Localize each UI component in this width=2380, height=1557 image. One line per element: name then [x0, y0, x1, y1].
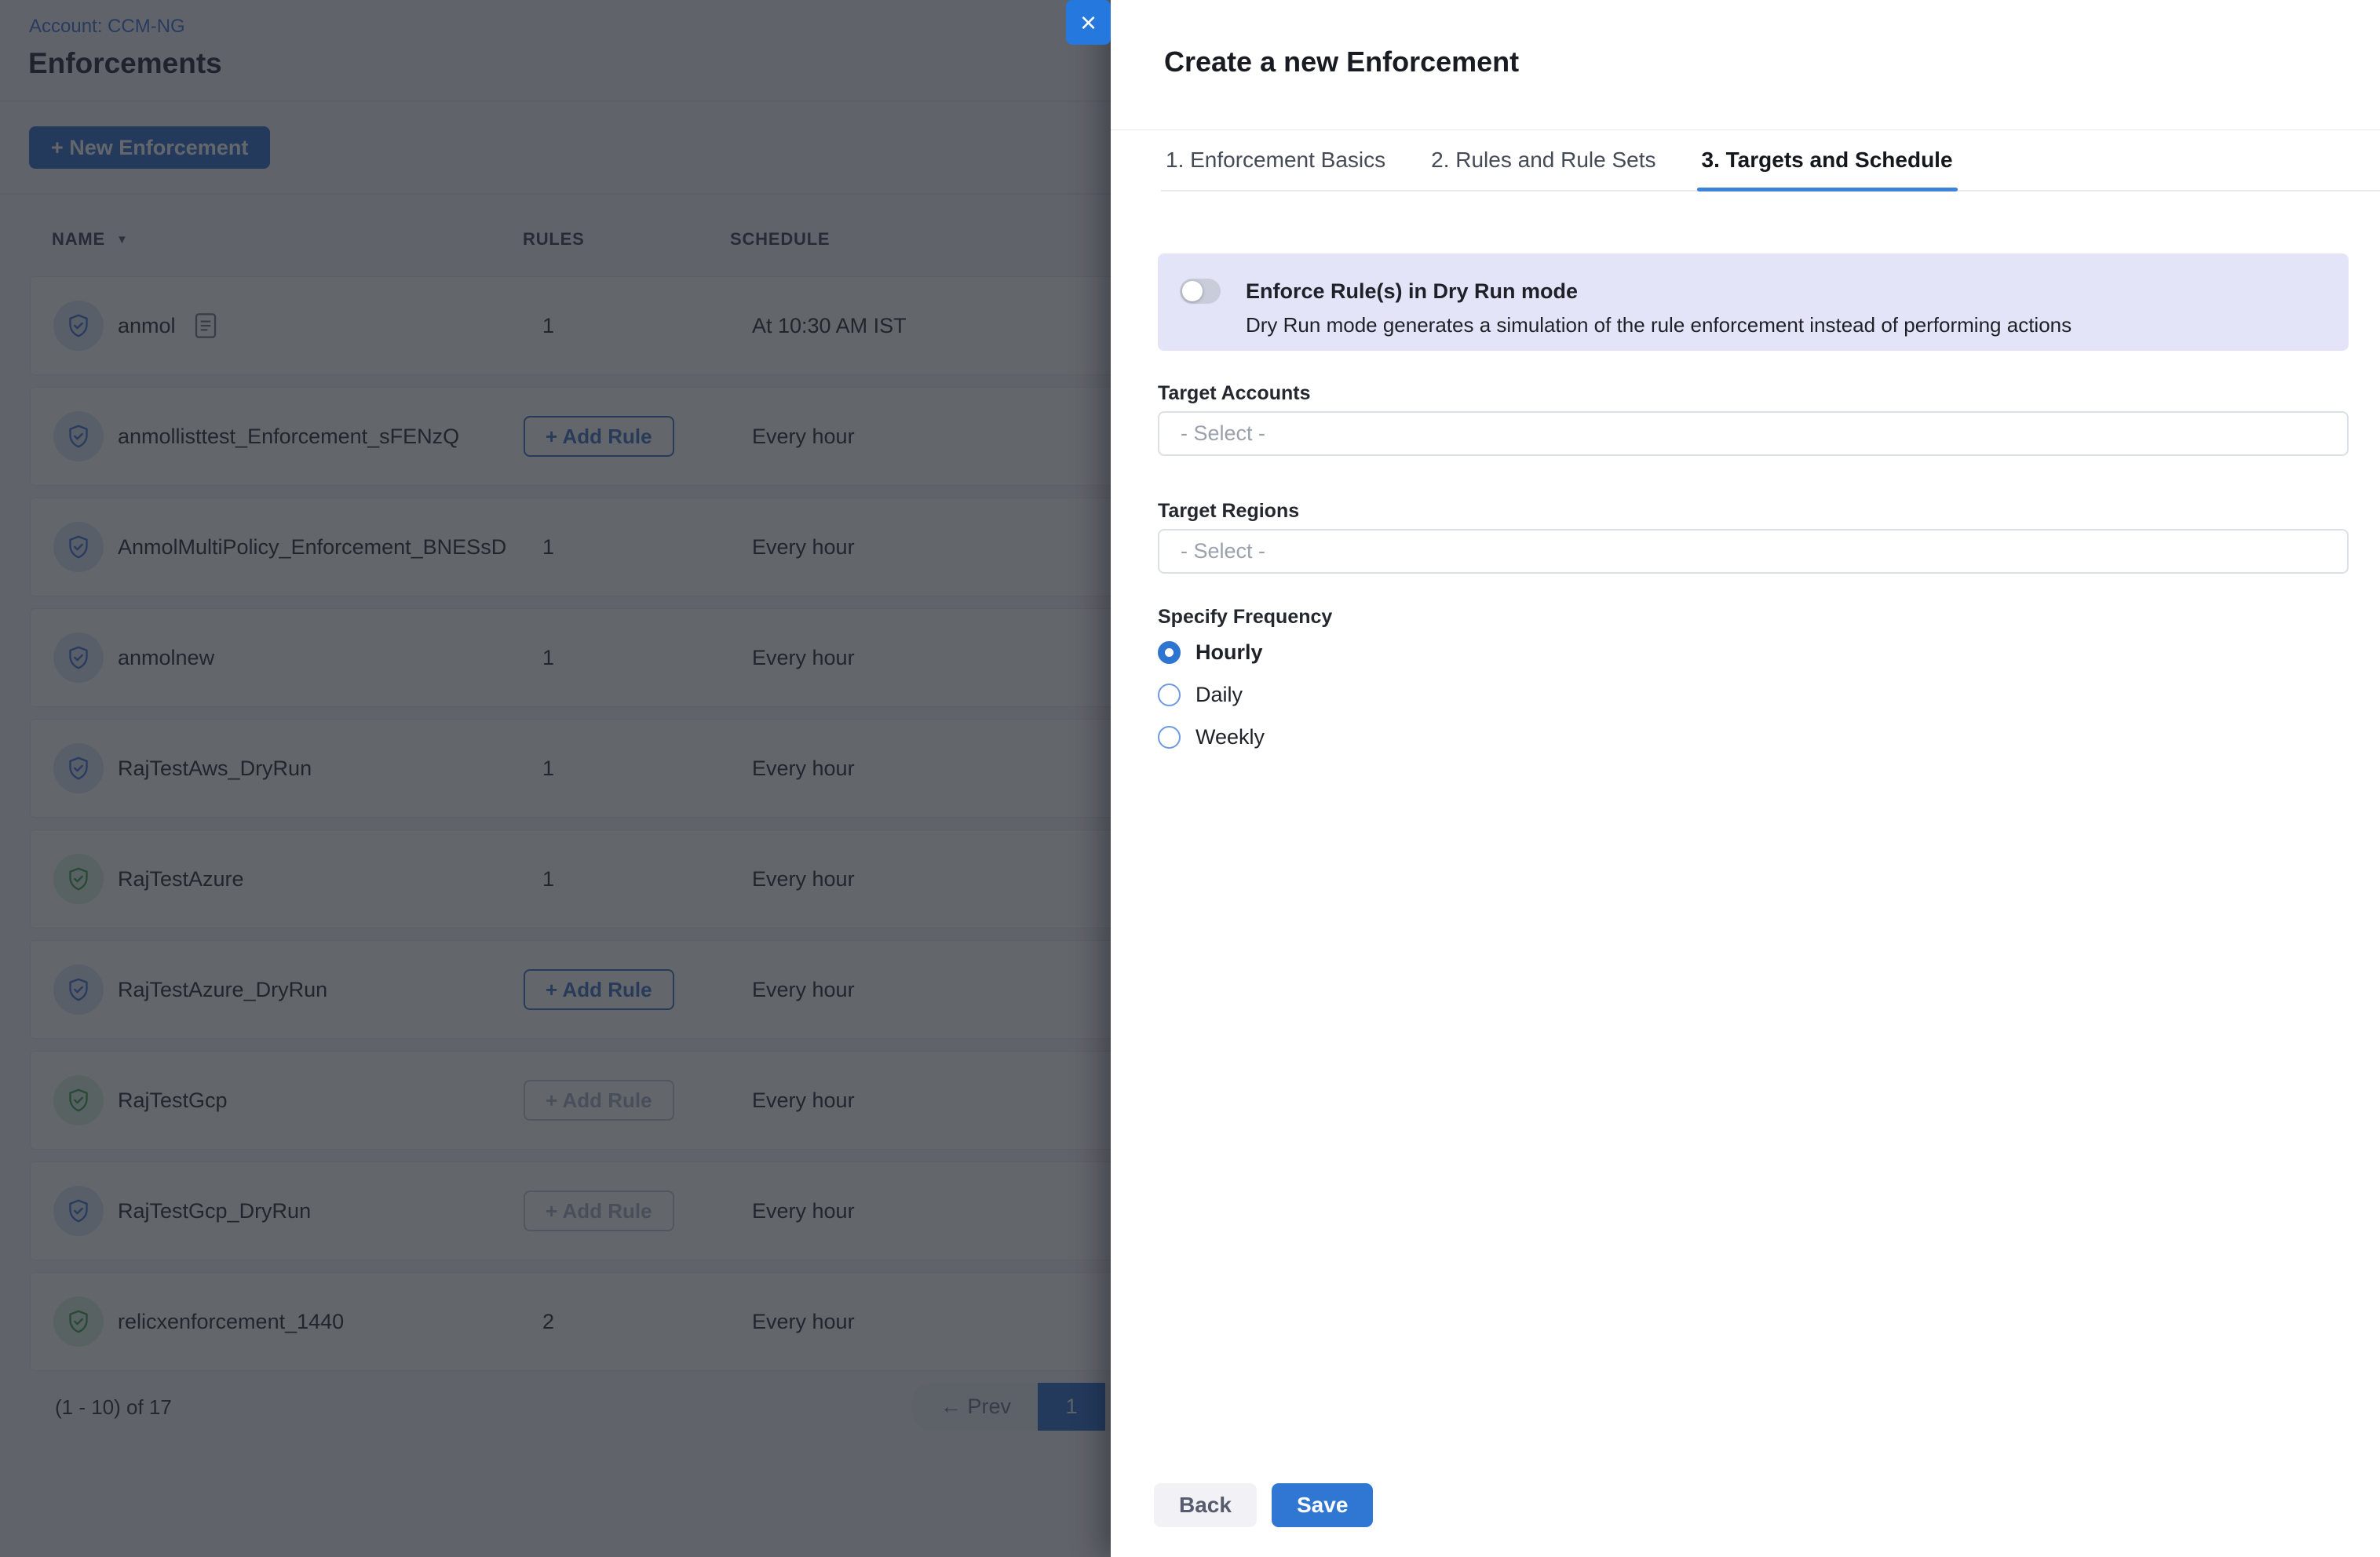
frequency-option-hourly[interactable]: Hourly	[1158, 638, 1263, 666]
target-regions-placeholder: - Select -	[1181, 539, 1265, 563]
close-icon[interactable]: ×	[1066, 0, 1111, 45]
radio-button[interactable]	[1158, 726, 1181, 749]
radio-button[interactable]	[1158, 684, 1181, 706]
radio-label: Weekly	[1195, 725, 1265, 749]
target-regions-select[interactable]: - Select -	[1158, 529, 2349, 574]
radio-label: Daily	[1195, 683, 1243, 707]
create-enforcement-drawer: Create a new Enforcement 1. Enforcement …	[1111, 0, 2380, 1557]
wizard-tabs: 1. Enforcement Basics 2. Rules and Rule S…	[1161, 130, 2380, 191]
target-accounts-select[interactable]: - Select -	[1158, 411, 2349, 456]
specify-frequency-label: Specify Frequency	[1158, 606, 1332, 629]
dry-run-toggle[interactable]	[1180, 279, 1221, 304]
dry-run-description: Dry Run mode generates a simulation of t…	[1246, 313, 2072, 337]
tab-targets-and-schedule[interactable]: 3. Targets and Schedule	[1697, 130, 1958, 190]
target-regions-label: Target Regions	[1158, 500, 1299, 523]
frequency-option-daily[interactable]: Daily	[1158, 680, 1243, 709]
back-button[interactable]: Back	[1154, 1483, 1257, 1527]
tab-enforcement-basics[interactable]: 1. Enforcement Basics	[1161, 130, 1390, 190]
target-accounts-label: Target Accounts	[1158, 382, 1310, 405]
tab-rules-and-rule-sets[interactable]: 2. Rules and Rule Sets	[1426, 130, 1660, 190]
radio-button-selected[interactable]	[1158, 641, 1181, 664]
drawer-title: Create a new Enforcement	[1164, 46, 1519, 78]
radio-label: Hourly	[1195, 640, 1263, 665]
dry-run-label: Enforce Rule(s) in Dry Run mode	[1246, 279, 1578, 304]
save-button[interactable]: Save	[1272, 1483, 1373, 1527]
app-root: Account: CCM-NG Enforcements + New Enfor…	[0, 0, 2380, 1557]
target-accounts-placeholder: - Select -	[1181, 421, 1265, 446]
toggle-knob	[1182, 281, 1203, 301]
dry-run-banner: Enforce Rule(s) in Dry Run mode Dry Run …	[1158, 253, 2349, 351]
frequency-option-weekly[interactable]: Weekly	[1158, 723, 1265, 751]
